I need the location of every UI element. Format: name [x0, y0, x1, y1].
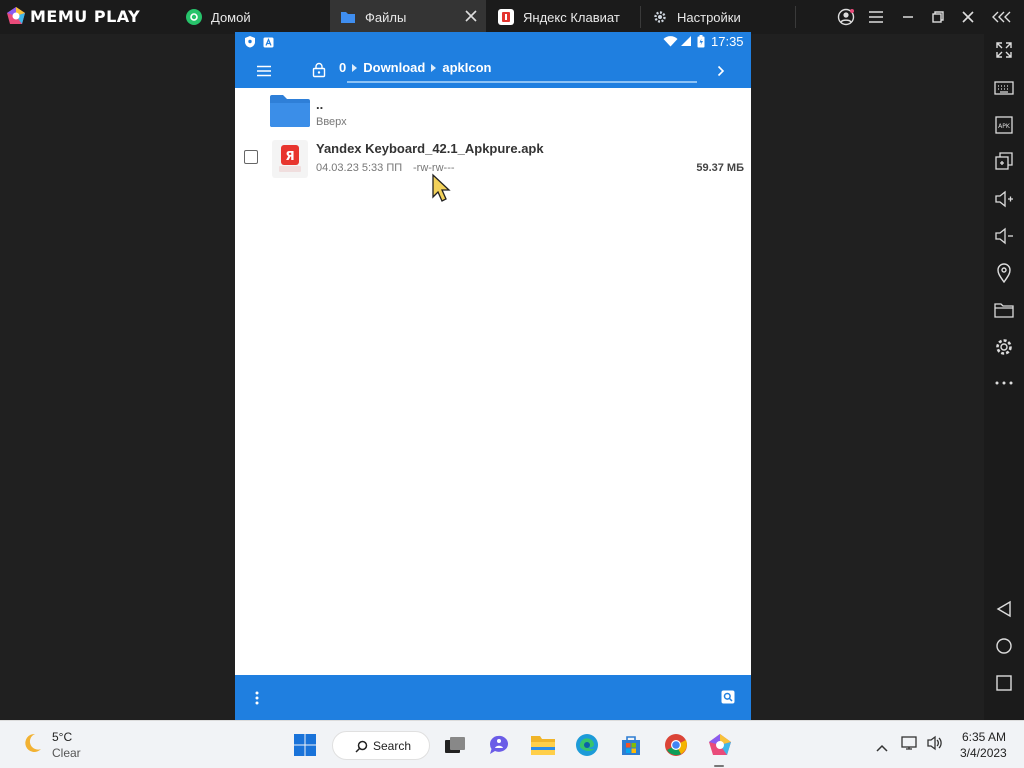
search-icon[interactable] [721, 690, 735, 709]
breadcrumb-chevron-icon [431, 63, 437, 72]
breadcrumb-item-root[interactable]: 0 [339, 60, 346, 75]
tab-separator [640, 6, 641, 28]
memu-taskbar-icon[interactable] [706, 731, 734, 759]
show-hidden-icons-chevron-icon[interactable] [876, 739, 888, 757]
breadcrumb-item-download[interactable]: Download [363, 60, 425, 75]
more-icon[interactable] [992, 371, 1016, 395]
tab-separator [795, 6, 796, 28]
taskbar-search-label: Search [373, 739, 412, 753]
memu-logo-text: MEMU PLAY [30, 6, 141, 26]
tab-files[interactable]: Файлы [330, 0, 486, 34]
list-item-parent-folder[interactable]: .. Вверх [235, 88, 751, 136]
tab-files-label: Файлы [365, 9, 407, 25]
hamburger-menu-icon[interactable] [257, 64, 271, 82]
search-icon [355, 740, 368, 758]
volume-down-icon[interactable] [992, 224, 1016, 248]
settings-icon[interactable] [992, 335, 1016, 359]
svg-text:Я: Я [285, 149, 294, 163]
weather-condition: Clear [52, 746, 81, 760]
chevron-right-icon[interactable] [717, 64, 725, 82]
signal-icon [680, 35, 692, 50]
lock-icon[interactable] [312, 62, 326, 83]
apk-install-icon[interactable]: APK [992, 113, 1016, 137]
android-status-bar: 17:35 [235, 32, 751, 52]
speaker-icon[interactable] [926, 735, 944, 756]
file-date: 04.03.23 5:33 ПП [316, 162, 403, 174]
minimize-icon[interactable] [898, 7, 918, 27]
restore-icon[interactable] [928, 7, 948, 27]
clock-time[interactable]: 6:35 AM [962, 730, 1006, 744]
network-icon[interactable] [901, 735, 919, 756]
breadcrumb-chevron-icon [352, 63, 358, 72]
keyboard-icon[interactable] [992, 76, 1016, 100]
back-icon[interactable] [992, 597, 1016, 621]
file-select-checkbox[interactable] [244, 150, 258, 164]
breadcrumb-scroll-indicator [347, 81, 697, 83]
edge-browser-icon[interactable] [573, 731, 601, 759]
notification-a-icon [263, 36, 274, 51]
battery-icon [697, 35, 705, 51]
volume-up-icon[interactable] [992, 187, 1016, 211]
file-name: .. [316, 97, 324, 112]
shield-icon [244, 35, 256, 51]
mouse-cursor-icon [431, 173, 453, 208]
wifi-icon [663, 35, 678, 50]
close-window-icon[interactable] [958, 7, 978, 27]
file-explorer-icon[interactable] [529, 731, 557, 759]
weather-moon-icon[interactable] [20, 731, 44, 760]
shared-folder-icon[interactable] [992, 298, 1016, 322]
file-subtitle: Вверх [316, 116, 347, 128]
teams-chat-icon[interactable] [485, 731, 513, 759]
file-name: Yandex Keyboard_42.1_Apkpure.apk [316, 141, 544, 156]
home-app-icon [186, 9, 202, 25]
menu-icon[interactable] [866, 7, 886, 27]
chrome-browser-icon[interactable] [662, 731, 690, 759]
task-view-icon[interactable] [441, 731, 469, 759]
tab-settings[interactable]: Настройки [652, 0, 792, 34]
account-icon[interactable] [836, 7, 856, 27]
emulator-sidebar: APK [984, 34, 1024, 720]
clock-date[interactable]: 3/4/2023 [960, 746, 1007, 760]
tab-home[interactable]: Домой [186, 0, 330, 34]
yandex-icon [498, 9, 514, 25]
memu-logo-icon [7, 7, 25, 24]
apk-file-icon: Я [272, 140, 308, 178]
android-screen: 17:35 0 Download apkIcon .. Вверх Я Yand… [235, 32, 751, 720]
emulator-titlebar: MEMU PLAY Домой Файлы Яндекс Клавиат Нас… [0, 0, 1024, 34]
file-size: 59.37 МБ [696, 162, 744, 174]
memu-logo: MEMU PLAY [6, 6, 140, 26]
windows-taskbar: 5°C Clear Search 6:35 AM 3/4/2023 [0, 720, 1024, 768]
active-app-indicator [714, 765, 724, 767]
multi-window-icon[interactable] [992, 149, 1016, 173]
microsoft-store-icon[interactable] [617, 731, 645, 759]
file-manager-toolbar: 0 Download apkIcon [235, 52, 751, 88]
file-manager-bottom-bar [235, 675, 751, 720]
tab-yandex-label: Яндекс Клавиат [523, 9, 620, 25]
fullscreen-icon[interactable] [992, 38, 1016, 62]
tab-yandex-keyboard[interactable]: Яндекс Клавиат [498, 0, 640, 34]
folder-icon [269, 94, 311, 133]
close-tab-icon[interactable] [464, 9, 478, 26]
gear-icon [652, 9, 668, 25]
recents-icon[interactable] [992, 671, 1016, 695]
list-item-apk-file[interactable]: Я Yandex Keyboard_42.1_Apkpure.apk 04.03… [235, 136, 751, 184]
home-icon[interactable] [992, 634, 1016, 658]
tab-home-label: Домой [211, 9, 251, 25]
windows-start-icon[interactable] [291, 731, 319, 759]
folder-icon [340, 9, 356, 25]
location-icon[interactable] [992, 261, 1016, 285]
overflow-menu-icon[interactable] [255, 691, 259, 710]
tab-settings-label: Настройки [677, 9, 741, 25]
taskbar-search-box[interactable]: Search [332, 731, 430, 760]
breadcrumb: 0 Download apkIcon [339, 60, 491, 75]
weather-temp: 5°C [52, 730, 73, 744]
status-time: 17:35 [711, 34, 744, 49]
breadcrumb-item-apkicon[interactable]: apkIcon [442, 60, 491, 75]
svg-text:APK: APK [998, 123, 1011, 130]
collapse-sidebar-icon[interactable] [992, 7, 1012, 27]
